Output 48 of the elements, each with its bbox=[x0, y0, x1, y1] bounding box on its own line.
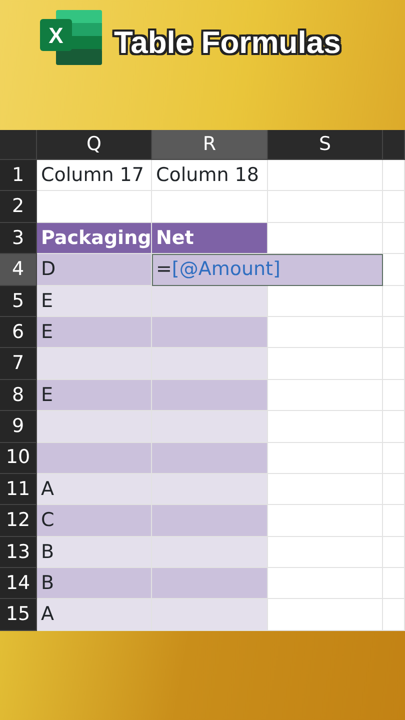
row-header[interactable]: 11 bbox=[0, 474, 37, 506]
row-header[interactable]: 5 bbox=[0, 286, 37, 317]
table-cell: E bbox=[37, 316, 152, 348]
empty-cell bbox=[383, 568, 405, 600]
row-header[interactable]: 15 bbox=[0, 599, 37, 631]
table-cell: E bbox=[37, 380, 152, 412]
empty-cell bbox=[383, 474, 405, 506]
empty-cell bbox=[383, 348, 405, 380]
column-heading-cell: Net bbox=[152, 222, 268, 254]
select-all-corner[interactable] bbox=[0, 130, 37, 160]
column-header[interactable]: S bbox=[268, 130, 383, 160]
table-cell: Column 17 bbox=[37, 160, 152, 192]
empty-cell bbox=[383, 286, 405, 317]
empty-cell bbox=[383, 191, 405, 223]
column-header[interactable]: Q bbox=[37, 130, 152, 160]
row-header[interactable]: 14 bbox=[0, 568, 37, 600]
formula-cell[interactable]: =[@Amount] bbox=[152, 254, 383, 286]
row-header[interactable]: 2 bbox=[0, 191, 37, 223]
table-cell: A bbox=[37, 474, 152, 506]
empty-cell bbox=[383, 254, 405, 286]
row-header[interactable]: 7 bbox=[0, 348, 37, 380]
row-header[interactable]: 9 bbox=[0, 411, 37, 443]
row-header[interactable]: 10 bbox=[0, 442, 37, 474]
column-header[interactable]: R bbox=[152, 130, 268, 160]
column-header bbox=[383, 130, 405, 160]
row-header[interactable]: 13 bbox=[0, 536, 37, 568]
column-heading-cell: Packaging bbox=[37, 222, 152, 254]
table-cell: A bbox=[37, 599, 152, 631]
row-header[interactable]: 4 bbox=[0, 254, 37, 286]
empty-cell bbox=[383, 536, 405, 568]
table-cell: B bbox=[37, 568, 152, 600]
empty-cell bbox=[383, 442, 405, 474]
row-header[interactable]: 1 bbox=[0, 160, 37, 192]
empty-cell bbox=[383, 316, 405, 348]
table-cell: B bbox=[37, 536, 152, 568]
row-header[interactable]: 3 bbox=[0, 222, 37, 254]
table-cell: D bbox=[37, 254, 152, 286]
table-cell: C bbox=[37, 505, 152, 537]
empty-cell bbox=[383, 411, 405, 443]
table-cell: E bbox=[37, 286, 152, 317]
empty-cell bbox=[383, 222, 405, 254]
table-cell: Column 18 bbox=[152, 160, 268, 192]
row-header[interactable]: 6 bbox=[0, 316, 37, 348]
row-header[interactable]: 8 bbox=[0, 380, 37, 412]
row-header[interactable]: 12 bbox=[0, 505, 37, 537]
empty-cell bbox=[383, 505, 405, 537]
empty-cell bbox=[383, 380, 405, 412]
video-title: Table Formulas bbox=[114, 24, 341, 62]
